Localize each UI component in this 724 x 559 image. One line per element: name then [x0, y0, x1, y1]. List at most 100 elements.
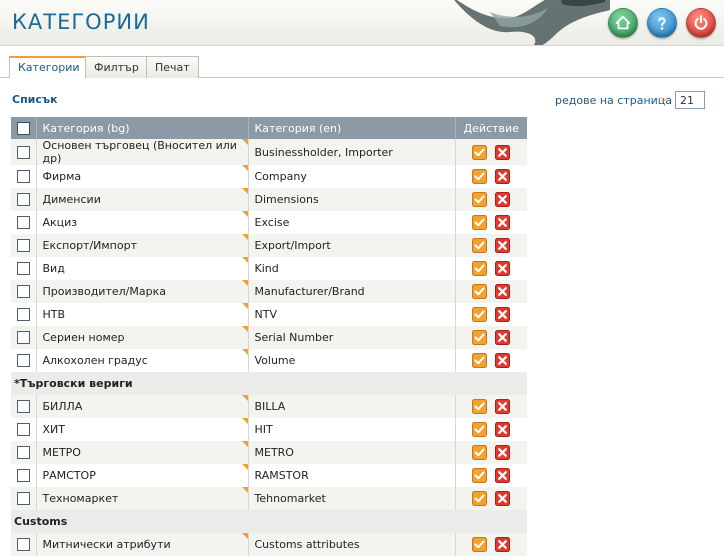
row-checkbox[interactable]: [17, 400, 30, 414]
table-row[interactable]: РАМСТОР RAMSTOR: [11, 464, 527, 487]
edit-button[interactable]: [472, 537, 488, 552]
edit-check-icon: [472, 445, 488, 460]
tab-bar: Категории Филтър Печат: [0, 56, 724, 78]
row-checkbox[interactable]: [17, 469, 30, 483]
tab-categories[interactable]: Категории: [9, 56, 89, 78]
edit-button[interactable]: [472, 330, 488, 345]
category-bg-cell[interactable]: Фирма: [36, 165, 249, 188]
row-checkbox[interactable]: [17, 262, 30, 276]
table-row[interactable]: Експорт/Импорт Export/Import: [11, 234, 527, 257]
category-bg-cell[interactable]: Техномаркет: [36, 487, 249, 510]
edit-button[interactable]: [472, 215, 488, 230]
tab-filter[interactable]: Филтър: [85, 56, 148, 78]
delete-button[interactable]: [495, 192, 511, 207]
table-row[interactable]: Вид Kind: [11, 257, 527, 280]
delete-button[interactable]: [495, 215, 511, 230]
table-row[interactable]: Техномаркет Tehnomarket: [11, 487, 527, 510]
row-checkbox[interactable]: [17, 446, 30, 460]
edit-button[interactable]: [472, 261, 488, 276]
table-row[interactable]: Сериен номер Serial Number: [11, 326, 527, 349]
category-bg-cell[interactable]: БИЛЛА: [36, 395, 249, 418]
select-all-checkbox[interactable]: [17, 121, 30, 135]
row-actions: [455, 188, 527, 211]
row-checkbox[interactable]: [17, 193, 30, 207]
category-en-cell: Kind: [248, 257, 456, 280]
table-row[interactable]: Фирма Company: [11, 165, 527, 188]
category-bg-cell[interactable]: Експорт/Импорт: [36, 234, 249, 257]
edit-button[interactable]: [472, 238, 488, 253]
delete-button[interactable]: [495, 307, 511, 322]
edit-button[interactable]: [472, 284, 488, 299]
category-bg-cell[interactable]: Основен търговец (Вносител или др): [36, 139, 249, 165]
table-row[interactable]: ХИТ HIT: [11, 418, 527, 441]
column-header-en[interactable]: Категория (en): [248, 117, 456, 139]
category-bg-cell[interactable]: Вид: [36, 257, 249, 280]
delete-button[interactable]: [495, 422, 511, 437]
edit-button[interactable]: [472, 169, 488, 184]
edit-button[interactable]: [472, 399, 488, 414]
row-checkbox[interactable]: [17, 239, 30, 253]
table-row[interactable]: Алкохолен градус Volume: [11, 349, 527, 372]
category-bg-cell[interactable]: МЕТРО: [36, 441, 249, 464]
tab-print[interactable]: Печат: [146, 56, 199, 78]
category-bg-cell[interactable]: НТВ: [36, 303, 249, 326]
delete-button[interactable]: [495, 238, 511, 253]
column-header-bg[interactable]: Категория (bg): [36, 117, 249, 139]
row-checkbox[interactable]: [17, 492, 30, 506]
delete-button[interactable]: [495, 330, 511, 345]
category-bg-cell[interactable]: Акциз: [36, 211, 249, 234]
row-actions: [455, 303, 527, 326]
row-checkbox[interactable]: [17, 308, 30, 322]
table-row[interactable]: МЕТРО METRO: [11, 441, 527, 464]
edit-button[interactable]: [472, 192, 488, 207]
table-row[interactable]: Производител/Марка Manufacturer/Brand: [11, 280, 527, 303]
category-bg-cell[interactable]: Митнически атрибути: [36, 533, 249, 556]
edit-button[interactable]: [472, 445, 488, 460]
category-bg-cell[interactable]: РАМСТОР: [36, 464, 249, 487]
rows-per-page-input[interactable]: [675, 91, 705, 109]
category-bg-cell[interactable]: ХИТ: [36, 418, 249, 441]
row-checkbox-cell: [11, 326, 37, 349]
category-bg-cell[interactable]: Сериен номер: [36, 326, 249, 349]
edit-button[interactable]: [472, 307, 488, 322]
row-actions: [455, 418, 527, 441]
row-checkbox[interactable]: [17, 216, 30, 230]
rows-per-page-label[interactable]: редове на страница: [555, 94, 672, 107]
table-row[interactable]: Дименсии Dimensions: [11, 188, 527, 211]
row-checkbox[interactable]: [17, 170, 30, 184]
edit-button[interactable]: [472, 144, 488, 160]
table-row[interactable]: Акциз Excise: [11, 211, 527, 234]
delete-button[interactable]: [495, 445, 511, 460]
edit-button[interactable]: [472, 422, 488, 437]
logout-button[interactable]: [686, 8, 716, 38]
delete-button[interactable]: [495, 261, 511, 276]
delete-button[interactable]: [495, 537, 511, 552]
row-checkbox[interactable]: [17, 331, 30, 345]
delete-button[interactable]: [495, 144, 511, 160]
row-checkbox[interactable]: [17, 423, 30, 437]
help-button[interactable]: [647, 8, 677, 38]
edit-button[interactable]: [472, 491, 488, 506]
category-bg-cell[interactable]: Алкохолен градус: [36, 349, 249, 372]
row-checkbox[interactable]: [17, 285, 30, 299]
category-bg-cell[interactable]: Дименсии: [36, 188, 249, 211]
delete-button[interactable]: [495, 491, 511, 506]
table-row[interactable]: Основен търговец (Вносител или др) Busine…: [11, 139, 527, 165]
table-row[interactable]: Митнически атрибути Customs attributes: [11, 533, 527, 556]
edit-button[interactable]: [472, 468, 488, 483]
category-en-cell: Tehnomarket: [248, 487, 456, 510]
delete-button[interactable]: [495, 169, 511, 184]
row-checkbox[interactable]: [17, 145, 30, 159]
table-row[interactable]: БИЛЛА BILLA: [11, 395, 527, 418]
edit-button[interactable]: [472, 353, 488, 368]
row-checkbox[interactable]: [17, 538, 30, 552]
row-actions: [455, 349, 527, 372]
delete-button[interactable]: [495, 468, 511, 483]
category-bg-cell[interactable]: Производител/Марка: [36, 280, 249, 303]
delete-button[interactable]: [495, 399, 511, 414]
table-row[interactable]: НТВ NTV: [11, 303, 527, 326]
delete-button[interactable]: [495, 284, 511, 299]
delete-button[interactable]: [495, 353, 511, 368]
home-button[interactable]: [608, 8, 638, 38]
row-checkbox[interactable]: [17, 354, 30, 368]
